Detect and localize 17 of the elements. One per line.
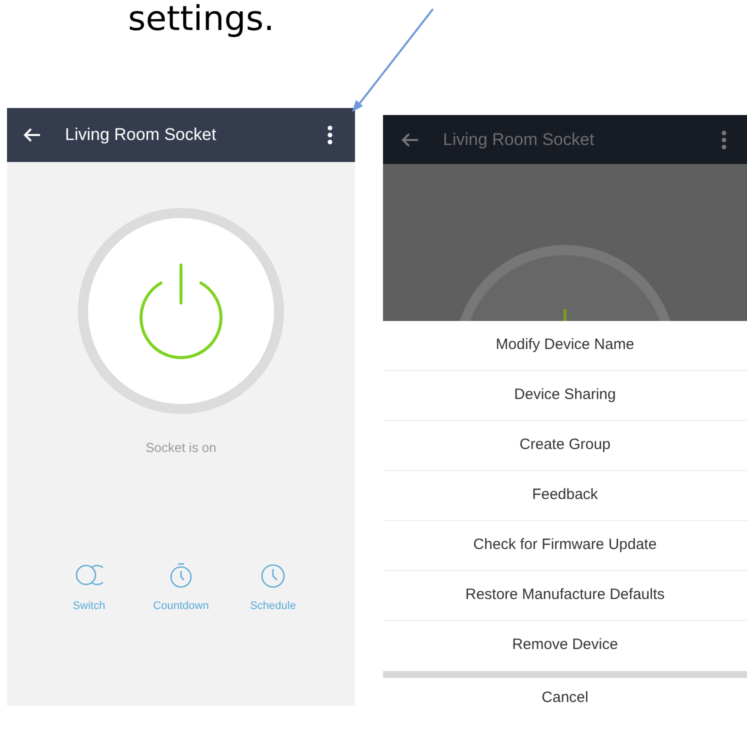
menu-item[interactable]: Device Sharing bbox=[383, 370, 747, 421]
more-menu-icon bbox=[721, 130, 727, 150]
menu-item[interactable]: Restore Manufacture Defaults bbox=[383, 570, 747, 621]
screen-title: Living Room Socket bbox=[443, 128, 596, 151]
heading-text: settings. bbox=[128, 2, 274, 36]
clock-icon bbox=[259, 562, 287, 590]
menu-item[interactable]: Check for Firmware Update bbox=[383, 520, 747, 571]
back-arrow-icon[interactable] bbox=[23, 127, 41, 143]
status-text: Socket is on bbox=[144, 439, 218, 457]
back-arrow-icon bbox=[401, 132, 419, 148]
menu-item[interactable]: Modify Device Name bbox=[383, 320, 747, 371]
menu-item[interactable]: Feedback bbox=[383, 470, 747, 521]
screen-title: Living Room Socket bbox=[65, 124, 218, 146]
menu-item[interactable]: Create Group bbox=[383, 420, 747, 471]
more-menu-icon[interactable] bbox=[327, 125, 333, 145]
cancel-button[interactable]: Cancel bbox=[383, 678, 747, 733]
menu-item[interactable]: Remove Device bbox=[383, 620, 747, 671]
